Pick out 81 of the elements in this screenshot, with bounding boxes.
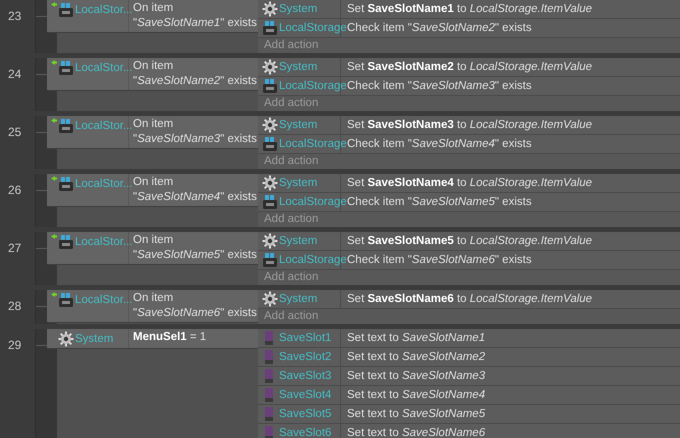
object-name: SaveSlot5 bbox=[279, 407, 332, 422]
object-name: System bbox=[279, 60, 318, 75]
action-row[interactable]: System Set SaveSlotName2 to LocalStorage.ItemValue bbox=[258, 58, 680, 77]
condition-row[interactable]: LocalStor...On item "SaveSlotName5" exists bbox=[47, 232, 258, 265]
object-name: System bbox=[279, 118, 318, 133]
object-name: System bbox=[279, 2, 318, 17]
action-text: Set text to SaveSlotName4 bbox=[346, 388, 486, 403]
action-row[interactable]: LocalStorageCheck item "SaveSlotName5" exists bbox=[258, 193, 680, 212]
action-row[interactable]: LocalStorageCheck item "SaveSlotName6" exists bbox=[258, 251, 680, 270]
action-text: Set text to SaveSlotName1 bbox=[346, 331, 486, 346]
action-text: Set SaveSlotName6 to LocalStorage.ItemValue bbox=[346, 292, 592, 307]
object-name: LocalStor... bbox=[75, 293, 133, 308]
action-row[interactable]: System Set SaveSlotName4 to LocalStorage.ItemValue bbox=[258, 174, 680, 193]
action-row[interactable]: System Set SaveSlotName5 to LocalStorage.ItemValue bbox=[258, 232, 680, 251]
condition-row[interactable]: LocalStor...On item "SaveSlotName6" exists bbox=[47, 290, 258, 323]
object-name: SaveSlot6 bbox=[279, 426, 332, 438]
storage-icon bbox=[58, 176, 74, 192]
object-name: LocalStor... bbox=[75, 177, 133, 192]
object-name: System bbox=[75, 332, 114, 347]
action-row[interactable]: SaveSlot1 Set text to SaveSlotName1 bbox=[258, 329, 680, 348]
storage-icon bbox=[58, 292, 74, 308]
object-name: SaveSlot4 bbox=[279, 388, 332, 403]
storage-icon bbox=[58, 234, 74, 250]
object-name: LocalStorage bbox=[279, 21, 347, 36]
storage-icon bbox=[262, 20, 278, 36]
line-number: 29 bbox=[8, 338, 22, 352]
object-name: LocalStorage bbox=[279, 195, 347, 210]
object-name: LocalStor... bbox=[75, 235, 133, 250]
object-name: System bbox=[279, 292, 318, 307]
object-name: System bbox=[279, 176, 318, 191]
action-row[interactable]: System Set SaveSlotName3 to LocalStorage.ItemValue bbox=[258, 116, 680, 135]
object-name: LocalStorage bbox=[279, 79, 347, 94]
action-row[interactable]: SaveSlot3 Set text to SaveSlotName3 bbox=[258, 367, 680, 386]
action-text: Set SaveSlotName1 to LocalStorage.ItemValue bbox=[346, 2, 592, 17]
condition-row[interactable]: System MenuSel1 = 1 bbox=[47, 329, 258, 349]
condition-row[interactable]: LocalStor...On item "SaveSlotName3" exists bbox=[47, 116, 258, 149]
action-row[interactable]: LocalStorageCheck item "SaveSlotName2" exists bbox=[258, 19, 680, 38]
line-number: 26 bbox=[8, 183, 22, 197]
action-text: Set SaveSlotName4 to LocalStorage.ItemValue bbox=[346, 176, 592, 191]
line-number: 23 bbox=[8, 9, 22, 23]
action-row[interactable]: System Set SaveSlotName6 to LocalStorage.ItemValue bbox=[258, 290, 680, 309]
action-row[interactable]: LocalStorageCheck item "SaveSlotName4" exists bbox=[258, 135, 680, 154]
line-number: 27 bbox=[8, 241, 22, 255]
gear-icon bbox=[262, 1, 278, 17]
action-row[interactable]: LocalStorageCheck item "SaveSlotName3" exists bbox=[258, 77, 680, 96]
storage-icon bbox=[262, 252, 278, 268]
storage-icon bbox=[58, 60, 74, 76]
object-name: System bbox=[279, 234, 318, 249]
action-row[interactable]: SaveSlot6 Set text to SaveSlotName6 bbox=[258, 424, 680, 438]
object-name: LocalStorage bbox=[279, 137, 347, 152]
action-row[interactable]: SaveSlot4 Set text to SaveSlotName4 bbox=[258, 386, 680, 405]
line-number: 24 bbox=[8, 67, 22, 81]
action-row[interactable]: System Set SaveSlotName1 to LocalStorage.ItemValue bbox=[258, 0, 680, 19]
gear-icon bbox=[58, 331, 74, 347]
action-text: Set text to SaveSlotName2 bbox=[346, 350, 486, 365]
action-row[interactable]: SaveSlot5 Set text to SaveSlotName5 bbox=[258, 405, 680, 424]
action-text: Set text to SaveSlotName3 bbox=[346, 369, 486, 384]
line-number: 28 bbox=[8, 299, 22, 313]
object-name: SaveSlot1 bbox=[279, 331, 332, 346]
storage-icon bbox=[262, 136, 278, 152]
action-text: Set SaveSlotName3 to LocalStorage.ItemValue bbox=[346, 118, 592, 133]
action-text: Set SaveSlotName5 to LocalStorage.ItemValue bbox=[346, 234, 592, 249]
object-name: SaveSlot2 bbox=[279, 350, 332, 365]
condition-text: MenuSel1 = 1 bbox=[132, 330, 208, 345]
action-text: Set SaveSlotName2 to LocalStorage.ItemValue bbox=[346, 60, 592, 75]
condition-row[interactable]: LocalStor...On item "SaveSlotName4" exists bbox=[47, 174, 258, 207]
object-name: LocalStor... bbox=[75, 119, 133, 134]
storage-icon bbox=[262, 78, 278, 94]
object-name: LocalStor... bbox=[75, 3, 133, 18]
condition-row[interactable]: LocalStor...On item "SaveSlotName1" exists bbox=[47, 0, 258, 33]
condition-row[interactable]: LocalStor...On item "SaveSlotName2" exists bbox=[47, 58, 258, 91]
storage-icon bbox=[58, 2, 74, 18]
action-row[interactable]: SaveSlot2 Set text to SaveSlotName2 bbox=[258, 348, 680, 367]
object-name: LocalStor... bbox=[75, 61, 133, 76]
storage-icon bbox=[58, 118, 74, 134]
line-number: 25 bbox=[8, 125, 22, 139]
action-text: Set text to SaveSlotName5 bbox=[346, 407, 486, 422]
object-name: LocalStorage bbox=[279, 253, 347, 268]
object-name: SaveSlot3 bbox=[279, 369, 332, 384]
storage-icon bbox=[262, 194, 278, 210]
action-text: Set text to SaveSlotName6 bbox=[346, 426, 486, 438]
